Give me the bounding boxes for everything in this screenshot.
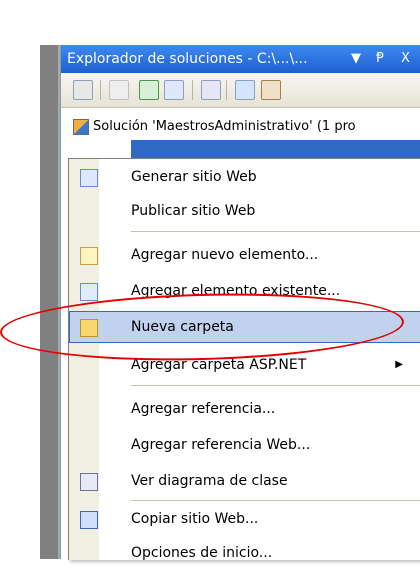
add-existing-item-icon: [80, 283, 98, 301]
menu-item-label: Agregar nuevo elemento...: [131, 247, 319, 263]
menu-item-opciones-de-inicio[interactable]: Opciones de inicio...: [69, 537, 420, 569]
menu-separator: [131, 231, 420, 232]
menu-item-label: Nueva carpeta: [131, 319, 234, 335]
menu-item-label: Agregar referencia Web...: [131, 437, 311, 453]
toolbar-separator: [226, 80, 227, 100]
menu-item-generar-sitio-web[interactable]: Generar sitio Web: [69, 161, 420, 193]
panel-title: Explorador de soluciones - C:\...\...: [67, 51, 308, 67]
menu-item-label: Generar sitio Web: [131, 169, 257, 185]
menu-item-nueva-carpeta[interactable]: Nueva carpeta: [69, 311, 420, 343]
toolbar-separator: [100, 80, 101, 100]
menu-item-label: Copiar sitio Web...: [131, 511, 259, 527]
menu-item-label: Publicar sitio Web: [131, 203, 256, 219]
asp-net-configuration-icon[interactable]: [261, 80, 281, 100]
menu-item-label: Agregar carpeta ASP.NET: [131, 357, 307, 373]
close-icon[interactable]: X: [401, 45, 410, 73]
solution-node[interactable]: Solución 'MaestrosAdministrativo' (1 pro: [73, 117, 356, 137]
nest-related-files-icon[interactable]: [164, 80, 184, 100]
refresh-icon[interactable]: [139, 80, 159, 100]
solution-icon: [73, 118, 89, 135]
menu-item-copiar-sitio-web[interactable]: Copiar sitio Web...: [69, 503, 420, 535]
copy-web-site-icon: [80, 511, 98, 529]
menu-separator: [131, 385, 420, 386]
menu-item-label: Opciones de inicio...: [131, 545, 273, 561]
pin-icon[interactable]: Ᵽ: [376, 45, 384, 73]
menu-item-agregar-elemento-existente[interactable]: Agregar elemento existente...: [69, 275, 420, 307]
menu-item-label: Ver diagrama de clase: [131, 473, 288, 489]
copy-web-site-icon[interactable]: [235, 80, 255, 100]
context-menu: Generar sitio Web Publicar sitio Web Agr…: [68, 158, 420, 561]
dropdown-icon[interactable]: ▼: [351, 45, 361, 73]
website-node-selected[interactable]: [131, 140, 420, 158]
menu-item-agregar-referencia-web[interactable]: Agregar referencia Web...: [69, 429, 420, 461]
window-splitter[interactable]: [40, 45, 60, 559]
menu-item-agregar-nuevo-elemento[interactable]: Agregar nuevo elemento...: [69, 239, 420, 271]
panel-toolbar: [61, 73, 420, 108]
toolbar-separator: [192, 80, 193, 100]
build-site-icon: [80, 169, 98, 187]
new-folder-icon: [80, 319, 98, 337]
menu-separator: [131, 500, 420, 501]
submenu-arrow-icon: ▶: [395, 359, 403, 370]
add-new-item-icon: [80, 247, 98, 265]
menu-item-publicar-sitio-web[interactable]: Publicar sitio Web: [69, 195, 420, 227]
panel-titlebar: Explorador de soluciones - C:\...\... ▼ …: [61, 45, 420, 73]
menu-item-label: Agregar elemento existente...: [131, 283, 341, 299]
properties-icon[interactable]: [73, 80, 93, 100]
menu-item-label: Agregar referencia...: [131, 401, 276, 417]
menu-item-agregar-carpeta-aspnet[interactable]: Agregar carpeta ASP.NET ▶: [69, 349, 420, 381]
view-class-diagram-icon[interactable]: [201, 80, 221, 100]
menu-item-ver-diagrama-de-clase[interactable]: Ver diagrama de clase: [69, 465, 420, 497]
menu-item-agregar-referencia[interactable]: Agregar referencia...: [69, 393, 420, 425]
show-all-files-icon[interactable]: [109, 80, 129, 100]
class-diagram-icon: [80, 473, 98, 491]
solution-node-label: Solución 'MaestrosAdministrativo' (1 pro: [93, 119, 356, 134]
